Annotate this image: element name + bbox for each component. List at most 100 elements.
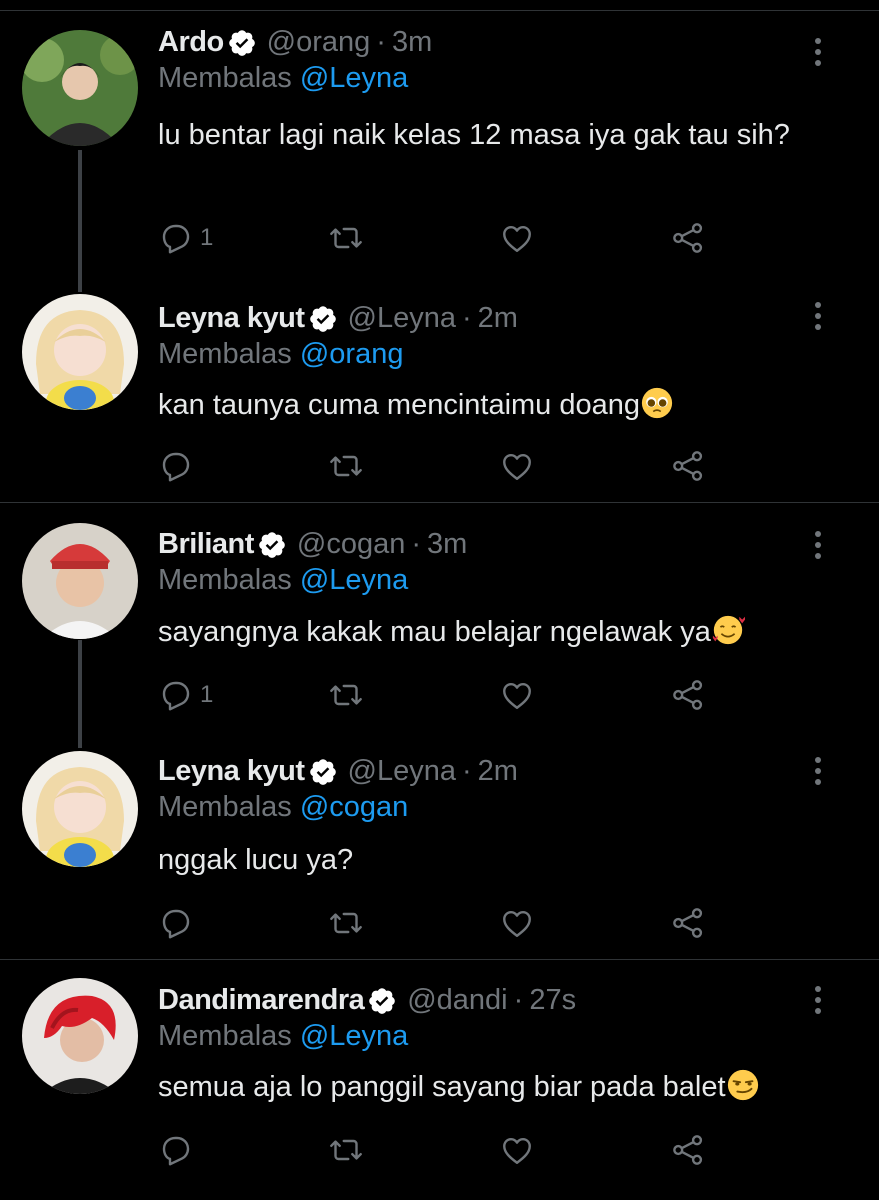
action-bar: 1 (158, 675, 818, 715)
tweet-leyna[interactable]: Leyna kyut @Leyna · 2m Membalas @orang k… (0, 274, 879, 502)
author-name[interactable]: Briliant (158, 528, 254, 561)
smiling-face-with-hearts-emoji (712, 615, 745, 645)
tweet-dandimarendra[interactable]: Dandimarendra @dandi · 27s Membalas @Ley… (0, 960, 879, 1200)
mention-link[interactable]: @Leyna (300, 1020, 408, 1052)
share-button[interactable] (670, 446, 706, 486)
heart-icon (499, 1132, 535, 1168)
avatar-leyna[interactable] (22, 294, 138, 410)
timestamp[interactable]: 2m (478, 755, 518, 788)
like-button[interactable] (499, 446, 535, 486)
mention-link[interactable]: @orang (300, 338, 404, 370)
more-options-icon[interactable] (808, 300, 828, 332)
heart-icon (499, 220, 535, 256)
more-options-icon[interactable] (808, 755, 828, 787)
timestamp[interactable]: 2m (478, 302, 518, 335)
share-button[interactable] (670, 1130, 706, 1170)
author-handle[interactable]: @Leyna (348, 755, 456, 788)
timestamp[interactable]: 27s (529, 984, 576, 1017)
like-button[interactable] (499, 903, 535, 943)
replying-prefix: Membalas (158, 791, 292, 823)
tweet-briliant[interactable]: Briliant @cogan · 3m Membalas @Leyna say… (0, 503, 879, 731)
reply-icon (158, 1132, 194, 1168)
author-name[interactable]: Ardo (158, 26, 224, 59)
timestamp[interactable]: 3m (427, 528, 467, 561)
avatar-leyna[interactable] (22, 751, 138, 867)
action-bar: 1 (158, 218, 818, 258)
author-handle[interactable]: @Leyna (348, 302, 456, 335)
action-bar (158, 1130, 818, 1170)
tweet-text: kan taunya cuma mencintaimu doang (158, 386, 818, 425)
pleading-face-emoji (641, 387, 673, 419)
share-icon (670, 448, 706, 484)
tweet-text-content: semua aja lo panggil sayang biar pada ba… (158, 1071, 726, 1103)
action-bar (158, 903, 818, 943)
tweet-text: sayangnya kakak mau belajar ngelawak ya (158, 613, 818, 652)
retweet-button[interactable] (328, 675, 364, 715)
timestamp[interactable]: 3m (392, 26, 432, 59)
verified-badge-icon (308, 757, 338, 787)
author-handle[interactable]: @dandi (407, 984, 507, 1017)
like-button[interactable] (499, 218, 535, 258)
avatar-briliant[interactable] (22, 523, 138, 639)
retweet-button[interactable] (328, 1130, 364, 1170)
share-button[interactable] (670, 675, 706, 715)
tweet-leyna[interactable]: Leyna kyut @Leyna · 2m Membalas @cogan n… (0, 731, 879, 959)
replying-to: Membalas @Leyna (158, 62, 408, 95)
replying-to: Membalas @orang (158, 338, 403, 371)
author-handle[interactable]: @orang (267, 26, 371, 59)
retweet-button[interactable] (328, 446, 364, 486)
retweet-button[interactable] (328, 903, 364, 943)
more-options-icon[interactable] (808, 529, 828, 561)
tweet-header: Briliant @cogan · 3m (158, 528, 467, 561)
like-button[interactable] (499, 1130, 535, 1170)
smirking-face-emoji (727, 1069, 758, 1101)
reply-count: 1 (200, 224, 214, 251)
tweet-text-content: kan taunya cuma mencintaimu doang (158, 389, 641, 421)
reply-button[interactable]: 1 (158, 218, 213, 258)
retweet-icon (328, 1132, 364, 1168)
mention-link[interactable]: @cogan (300, 791, 408, 823)
share-icon (670, 220, 706, 256)
verified-badge-icon (367, 986, 397, 1016)
mention-link[interactable]: @Leyna (300, 564, 408, 596)
share-icon (670, 1132, 706, 1168)
author-name[interactable]: Leyna kyut (158, 755, 305, 788)
tweet-header: Leyna kyut @Leyna · 2m (158, 755, 518, 788)
tweet-ardo[interactable]: Ardo @orang · 3m Membalas @Leyna lu bent… (0, 0, 879, 275)
separator-dot: · (461, 302, 472, 334)
more-options-icon[interactable] (808, 984, 828, 1016)
replying-to: Membalas @cogan (158, 791, 408, 824)
replying-prefix: Membalas (158, 338, 292, 370)
heart-icon (499, 448, 535, 484)
action-bar (158, 446, 818, 486)
reply-icon (158, 448, 194, 484)
share-button[interactable] (670, 903, 706, 943)
avatar-ardo[interactable] (22, 30, 138, 146)
separator-dot: · (461, 755, 472, 787)
verified-badge-icon (257, 530, 287, 560)
reply-icon (158, 220, 194, 256)
share-button[interactable] (670, 218, 706, 258)
reply-button[interactable] (158, 903, 194, 943)
replying-to: Membalas @Leyna (158, 1020, 408, 1053)
share-icon (670, 905, 706, 941)
retweet-button[interactable] (328, 218, 364, 258)
tweet-text: nggak lucu ya? (158, 844, 354, 876)
separator-dot: · (513, 984, 524, 1016)
tweet-header: Leyna kyut @Leyna · 2m (158, 302, 518, 335)
like-button[interactable] (499, 675, 535, 715)
author-name[interactable]: Leyna kyut (158, 302, 305, 335)
reply-button[interactable]: 1 (158, 675, 213, 715)
mention-link[interactable]: @Leyna (300, 62, 408, 94)
tweet-text-content: sayangnya kakak mau belajar ngelawak ya (158, 616, 711, 648)
separator-dot: · (376, 26, 386, 58)
author-handle[interactable]: @cogan (297, 528, 405, 561)
reply-button[interactable] (158, 1130, 194, 1170)
author-name[interactable]: Dandimarendra (158, 984, 365, 1017)
replying-to: Membalas @Leyna (158, 564, 408, 597)
avatar-dandimarendra[interactable] (22, 978, 138, 1094)
tweet-text: lu bentar lagi naik kelas 12 masa iya ga… (158, 119, 790, 151)
replying-prefix: Membalas (158, 564, 292, 596)
reply-button[interactable] (158, 446, 194, 486)
more-options-icon[interactable] (808, 36, 828, 68)
